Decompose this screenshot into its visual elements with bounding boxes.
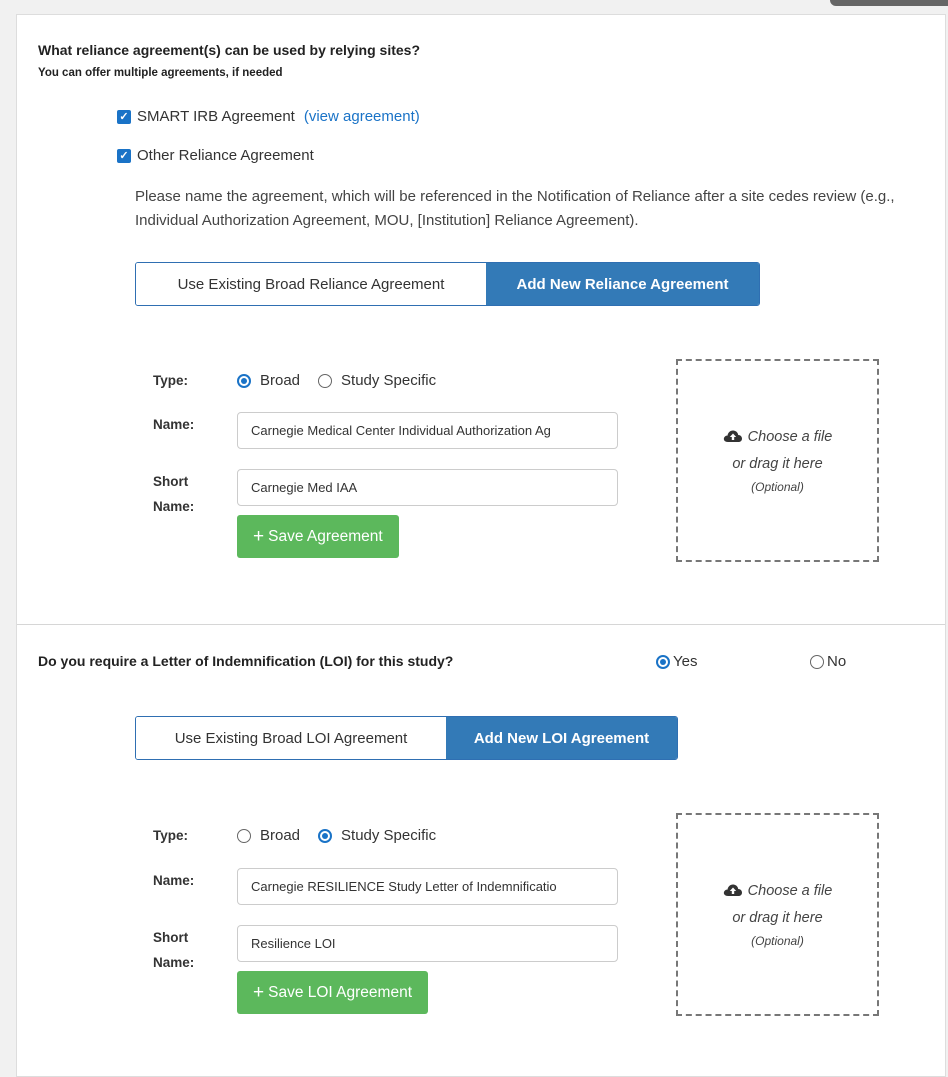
smart-irb-label: SMART IRB Agreement (137, 108, 295, 125)
reliance-type-label: Type: (153, 373, 189, 388)
cloud-upload-icon (723, 881, 743, 906)
smart-irb-checkbox[interactable]: ✓ (117, 109, 131, 124)
reliance-short-name-label-1: Short (153, 474, 189, 489)
loi-name-input[interactable] (237, 868, 618, 905)
reliance-type-radios: Broad Study Specific (237, 372, 454, 389)
loi-short-name-label-2: Name: (153, 955, 195, 970)
loi-dropzone-line2: or drag it here (732, 909, 823, 926)
reliance-dropzone-line1: Choose a file (747, 428, 833, 445)
loi-yes-option[interactable]: Yes (656, 653, 697, 670)
other-agreement-label: Other Reliance Agreement (137, 147, 314, 164)
loi-type-study-specific-label: Study Specific (341, 827, 437, 844)
loi-short-name-input[interactable] (237, 925, 618, 962)
loi-file-dropzone[interactable]: Choose a file or drag it here (Optional) (676, 813, 879, 1016)
section-divider (17, 624, 945, 625)
reliance-name-input[interactable] (237, 412, 618, 449)
save-loi-agreement-button[interactable]: + Save LOI Agreement (237, 971, 428, 1014)
loi-no-radio[interactable] (810, 654, 824, 669)
cloud-upload-icon (723, 427, 743, 452)
reliance-type-broad-label: Broad (260, 372, 301, 389)
loi-question: Do you require a Letter of Indemnificati… (38, 653, 454, 669)
reliance-type-study-specific-label: Study Specific (341, 372, 437, 389)
reliance-short-name-label-2: Name: (153, 499, 195, 514)
other-agreement-checkbox[interactable]: ✓ (117, 148, 131, 163)
loi-yes-label: Yes (673, 653, 698, 670)
loi-yes-radio[interactable] (656, 654, 670, 669)
loi-name-label: Name: (153, 873, 195, 888)
loi-type-label: Type: (153, 828, 189, 843)
save-loi-agreement-label: Save LOI Agreement (268, 983, 412, 1001)
loi-no-label: No (827, 653, 847, 670)
loi-type-broad-radio[interactable] (237, 828, 251, 843)
reliance-dropzone-line2: or drag it here (732, 455, 823, 472)
loi-toggle-group: Use Existing Broad LOI Agreement Add New… (135, 716, 678, 760)
plus-icon: + (253, 525, 265, 547)
reliance-subtext: You can offer multiple agreements, if ne… (38, 67, 283, 79)
other-agreement-option[interactable]: ✓ Other Reliance Agreement (117, 147, 314, 164)
reliance-file-dropzone[interactable]: Choose a file or drag it here (Optional) (676, 359, 879, 562)
loi-short-name-label-1: Short (153, 930, 189, 945)
reliance-dropzone-optional: (Optional) (751, 479, 804, 494)
reliance-short-name-input[interactable] (237, 469, 618, 506)
reliance-type-study-specific-radio[interactable] (318, 373, 333, 388)
save-agreement-label: Save Agreement (268, 527, 383, 545)
view-agreement-link[interactable]: (view agreement) (304, 108, 420, 125)
use-existing-loi-button[interactable]: Use Existing Broad LOI Agreement (136, 717, 446, 759)
add-new-loi-button[interactable]: Add New LOI Agreement (446, 717, 677, 759)
smart-irb-option[interactable]: ✓ SMART IRB Agreement (view agreement) (117, 108, 420, 125)
corner-tab (830, 0, 948, 6)
reliance-type-broad-radio[interactable] (237, 373, 251, 388)
agreements-panel: What reliance agreement(s) can be used b… (16, 14, 946, 1077)
reliance-question: What reliance agreement(s) can be used b… (38, 42, 421, 58)
plus-icon: + (253, 981, 265, 1003)
loi-type-study-specific-radio[interactable] (318, 828, 333, 843)
loi-dropzone-line1: Choose a file (747, 882, 833, 899)
add-new-reliance-button[interactable]: Add New Reliance Agreement (486, 263, 759, 305)
save-agreement-button[interactable]: + Save Agreement (237, 515, 399, 558)
reliance-toggle-group: Use Existing Broad Reliance Agreement Ad… (135, 262, 760, 306)
loi-type-broad-label: Broad (260, 827, 301, 844)
loi-dropzone-optional: (Optional) (751, 933, 804, 948)
agreement-help-text: Please name the agreement, which will be… (135, 188, 895, 229)
use-existing-reliance-button[interactable]: Use Existing Broad Reliance Agreement (136, 263, 486, 305)
loi-no-option[interactable]: No (810, 653, 846, 670)
reliance-name-label: Name: (153, 417, 195, 432)
loi-type-radios: Broad Study Specific (237, 827, 454, 844)
